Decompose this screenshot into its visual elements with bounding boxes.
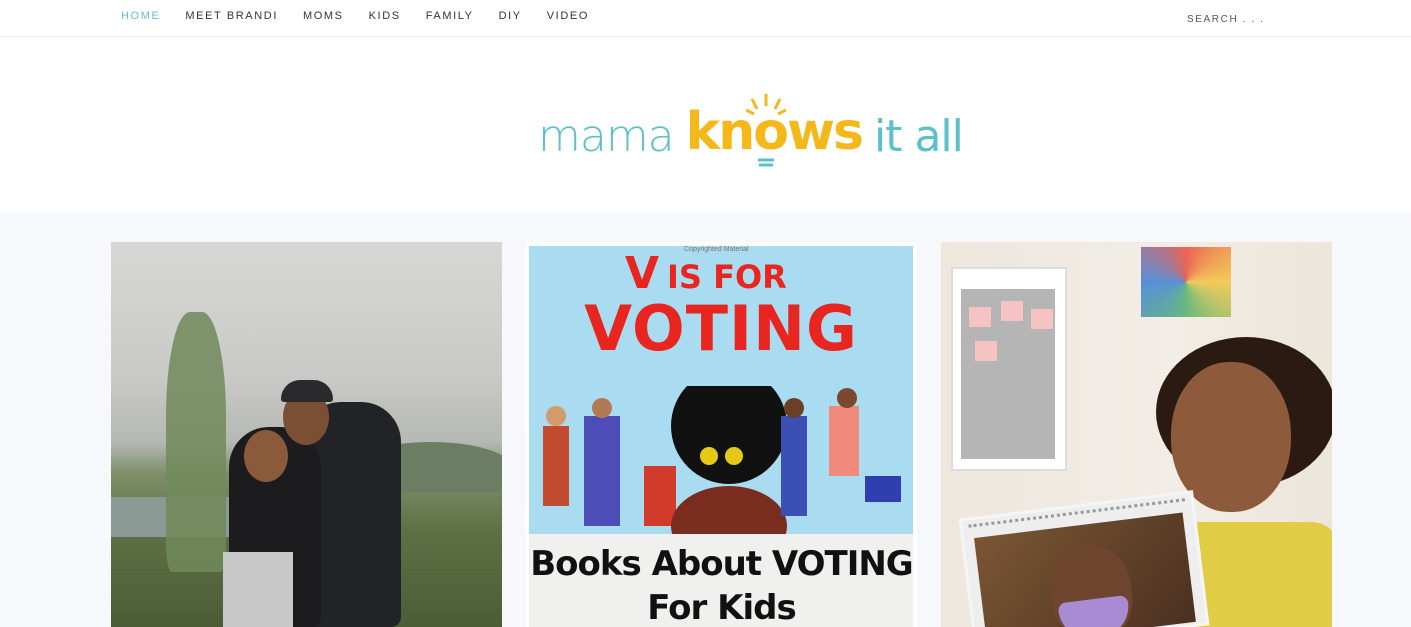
nav-item-home[interactable]: HOME	[121, 10, 160, 22]
voters-illustration	[543, 386, 901, 536]
post-grid: Copyrighted Material V IS FOR VOTING Boo…	[0, 212, 1411, 627]
top-navigation: HOME MEET BRANDI MOMS KIDS FAMILY DIY VI…	[0, 0, 1411, 37]
nav-item-moms[interactable]: MOMS	[303, 10, 344, 22]
logo-word-knows: knows	[686, 94, 864, 167]
site-header: mama knows it all	[0, 37, 1411, 212]
logo-word-it-all: it all	[873, 111, 964, 162]
post-card-voting-books[interactable]: Copyrighted Material V IS FOR VOTING Boo…	[526, 242, 917, 627]
caption-line-1: Books About VOTING	[530, 544, 913, 584]
nav-item-family[interactable]: FAMILY	[426, 10, 474, 22]
post-card-couple[interactable]	[111, 242, 502, 627]
nav-item-video[interactable]: VIDEO	[547, 10, 589, 22]
book-title-is-for: IS FOR	[667, 258, 787, 296]
girl-with-calendar-photo	[941, 242, 1332, 627]
site-logo[interactable]: mama knows it all	[538, 92, 964, 167]
nav-item-kids[interactable]: KIDS	[369, 10, 401, 22]
book-cover: Copyrighted Material V IS FOR VOTING	[529, 246, 913, 536]
search-input[interactable]	[1187, 11, 1337, 27]
nav-item-diy[interactable]: DIY	[499, 10, 522, 22]
post-caption: Books About VOTING For Kids	[526, 542, 917, 627]
nav-item-meet-brandi[interactable]: MEET BRANDI	[185, 10, 278, 22]
logo-word-mama: mama	[538, 111, 675, 162]
v-is-for-voting-book-image: Copyrighted Material V IS FOR VOTING Boo…	[526, 242, 917, 627]
caption-line-2: For Kids	[647, 588, 796, 627]
couple-outdoor-photo	[111, 242, 502, 627]
nav-menu: HOME MEET BRANDI MOMS KIDS FAMILY DIY VI…	[121, 10, 614, 22]
book-title-voting: VOTING	[584, 292, 858, 365]
lightbulb-icon	[745, 94, 786, 167]
post-card-girl-calendar[interactable]	[941, 242, 1332, 627]
book-copyright: Copyrighted Material	[684, 246, 749, 253]
